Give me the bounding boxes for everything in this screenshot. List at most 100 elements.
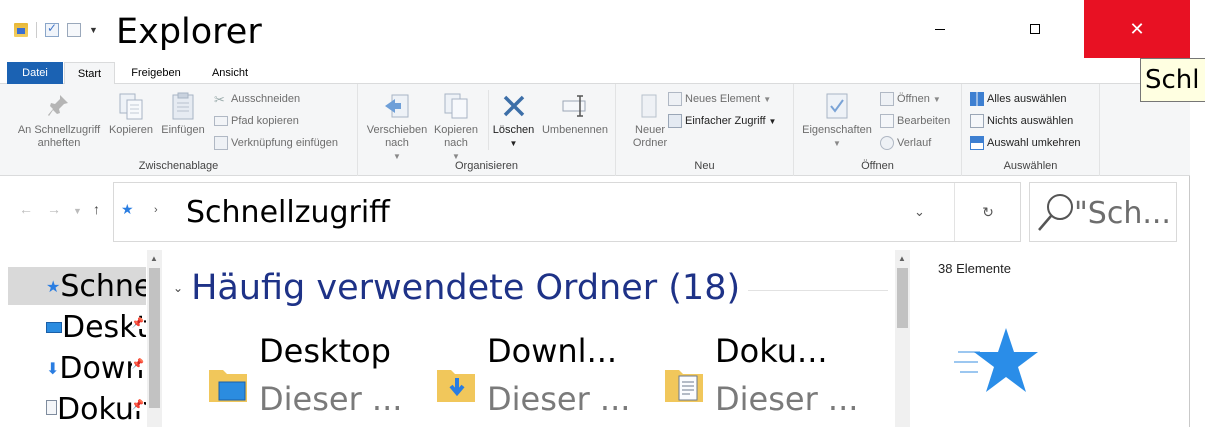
toolbar-separator (36, 22, 37, 38)
pin-icon[interactable]: 📌 (131, 359, 144, 370)
content-scrollbar[interactable]: ▲ (895, 250, 910, 427)
scroll-up-icon[interactable]: ▲ (150, 254, 158, 263)
address-path[interactable]: Schnellzugriff (186, 195, 390, 230)
new-folder-quick-icon[interactable] (67, 23, 81, 37)
tab-share[interactable]: Freigeben (122, 62, 190, 84)
refresh-button[interactable]: ↻ (954, 183, 1021, 241)
close-icon: ✕ (1129, 18, 1145, 39)
collapse-chevron-icon[interactable]: ⌄ (173, 281, 183, 295)
move-to-icon (382, 90, 412, 122)
copy-path-label: Pfad kopieren (231, 115, 299, 127)
properties-button[interactable]: Eigenschaften ▼ (796, 90, 878, 150)
select-none-icon (970, 114, 984, 128)
nav-item-desktop[interactable]: Desktop 📌 (8, 308, 146, 346)
pin-quick-access-button[interactable]: An Schnellzugriff anheften (12, 90, 106, 150)
search-box[interactable]: "Sch... (1029, 182, 1177, 242)
paste-shortcut-label: Verknüpfung einfügen (231, 137, 339, 149)
select-group: Alles auswählen Nichts auswählen Auswahl… (962, 84, 1100, 176)
folder-tile-documents[interactable]: Doku... Dieser ... (663, 332, 883, 427)
rename-label: Umbenennen (541, 124, 609, 136)
easy-access-dropdown-icon: ▼ (768, 116, 777, 126)
minimize-icon (935, 28, 945, 30)
nav-item-documents[interactable]: Dokumente 📌 (8, 390, 146, 427)
paste-shortcut-button[interactable]: Verknüpfung einfügen (214, 134, 338, 152)
copy-to-label: Kopieren nach (433, 124, 479, 149)
rename-icon (560, 90, 590, 122)
search-placeholder: "Sch... (1074, 196, 1171, 231)
forward-arrow-icon[interactable]: → (47, 201, 61, 217)
open-group: Eigenschaften ▼ Öffnen ▼ Bearbeiten Verl… (794, 84, 962, 176)
scrollbar-thumb[interactable] (897, 268, 908, 328)
navigation-scrollbar[interactable]: ▲ (147, 250, 162, 427)
nav-item-quick-access[interactable]: ★ Schnellzugriff (8, 267, 146, 305)
tab-view[interactable]: Ansicht (198, 62, 262, 84)
select-none-button[interactable]: Nichts auswählen (970, 112, 1073, 130)
invert-selection-button[interactable]: Auswahl umkehren (970, 134, 1081, 152)
easy-access-label: Einfacher Zugriff (685, 115, 766, 127)
recent-locations-dropdown-icon[interactable]: ▼ (73, 206, 82, 216)
properties-dropdown-icon: ▼ (833, 139, 841, 148)
open-label: Öffnen (897, 93, 930, 105)
pin-icon[interactable]: 📌 (131, 400, 144, 411)
properties-quick-icon[interactable] (45, 21, 59, 37)
copy-to-icon (441, 90, 471, 122)
scissors-icon: ✂ (214, 92, 225, 107)
clipboard-group: An Schnellzugriff anheften Kopieren Einf… (0, 84, 358, 176)
copy-path-button[interactable]: Pfad kopieren (214, 112, 299, 130)
properties-icon (822, 90, 852, 122)
edit-label: Bearbeiten (897, 115, 951, 127)
documents-folder-icon (665, 370, 703, 402)
organize-group: Verschieben nach ▼ Kopieren nach ▼ Lösch… (358, 84, 616, 176)
minimize-button[interactable] (890, 0, 990, 58)
tile-name: Desktop (259, 332, 391, 370)
edit-icon (880, 114, 894, 128)
easy-access-button[interactable]: Einfacher Zugriff ▼ (668, 112, 776, 130)
scroll-up-icon[interactable]: ▲ (898, 254, 906, 263)
tile-location: Dieser ... (715, 380, 859, 418)
tab-file[interactable]: Datei (7, 62, 63, 84)
maximize-button[interactable] (985, 0, 1085, 58)
details-pane: 38 Elemente (912, 250, 1190, 427)
quick-access-star-icon: ★ (121, 201, 134, 217)
explorer-folder-icon[interactable] (14, 23, 28, 37)
rename-button[interactable]: Umbenennen (538, 90, 612, 137)
delete-dropdown-icon: ▼ (509, 139, 518, 148)
edit-button[interactable]: Bearbeiten (880, 112, 950, 130)
copy-button[interactable]: Kopieren (106, 90, 156, 137)
clipboard-group-label: Zwischenablage (138, 160, 219, 172)
tab-start[interactable]: Start (64, 62, 115, 85)
paste-button[interactable]: Einfügen (156, 90, 210, 137)
pin-label: An Schnellzugriff anheften (17, 124, 101, 149)
ribbon-tabs: Datei Start Freigeben Ansicht (0, 62, 1190, 85)
select-all-button[interactable]: Alles auswählen (970, 90, 1067, 108)
move-to-button[interactable]: Verschieben nach ▼ (364, 90, 430, 163)
folder-tile-desktop[interactable]: Desktop Dieser ... (207, 332, 427, 427)
quick-access-large-star-icon (954, 328, 1038, 392)
new-folder-label: Neuer Ordner (632, 124, 668, 149)
history-button[interactable]: Verlauf (880, 134, 931, 152)
back-arrow-icon[interactable]: ← (19, 201, 33, 217)
new-group-label: Neu (694, 160, 715, 172)
folder-tile-downloads[interactable]: Downl... Dieser ... (435, 332, 655, 427)
frequent-folders-header[interactable]: ⌄ Häufig verwendete Ordner (18) (173, 268, 888, 308)
cut-button[interactable]: ✂ Ausschneiden (214, 90, 300, 108)
breadcrumb-chevron-icon[interactable]: › (154, 204, 158, 216)
pin-icon[interactable]: 📌 (131, 318, 144, 329)
address-bar[interactable]: ★ › Schnellzugriff ⌄ ↻ (113, 182, 1021, 242)
open-button[interactable]: Öffnen ▼ (880, 90, 941, 108)
customize-toolbar-dropdown-icon[interactable]: ▼ (89, 25, 98, 35)
close-button[interactable]: ✕ (1084, 0, 1190, 58)
new-item-button[interactable]: Neues Element ▼ (668, 90, 771, 108)
move-to-label: Verschieben nach (366, 124, 428, 149)
paste-label: Einfügen (161, 124, 205, 136)
up-arrow-icon[interactable]: ↑ (93, 201, 100, 217)
section-divider (748, 289, 888, 291)
delete-label: Löschen (492, 124, 535, 136)
scrollbar-thumb[interactable] (149, 268, 160, 408)
nav-item-downloads[interactable]: ⬇ Downloads 📌 (8, 349, 146, 387)
search-icon (1038, 194, 1073, 231)
copy-to-button[interactable]: Kopieren nach ▼ (430, 90, 482, 163)
delete-button[interactable]: Löschen ▼ (488, 90, 538, 150)
address-dropdown-icon[interactable]: ⌄ (914, 204, 925, 220)
new-item-icon (668, 92, 682, 106)
